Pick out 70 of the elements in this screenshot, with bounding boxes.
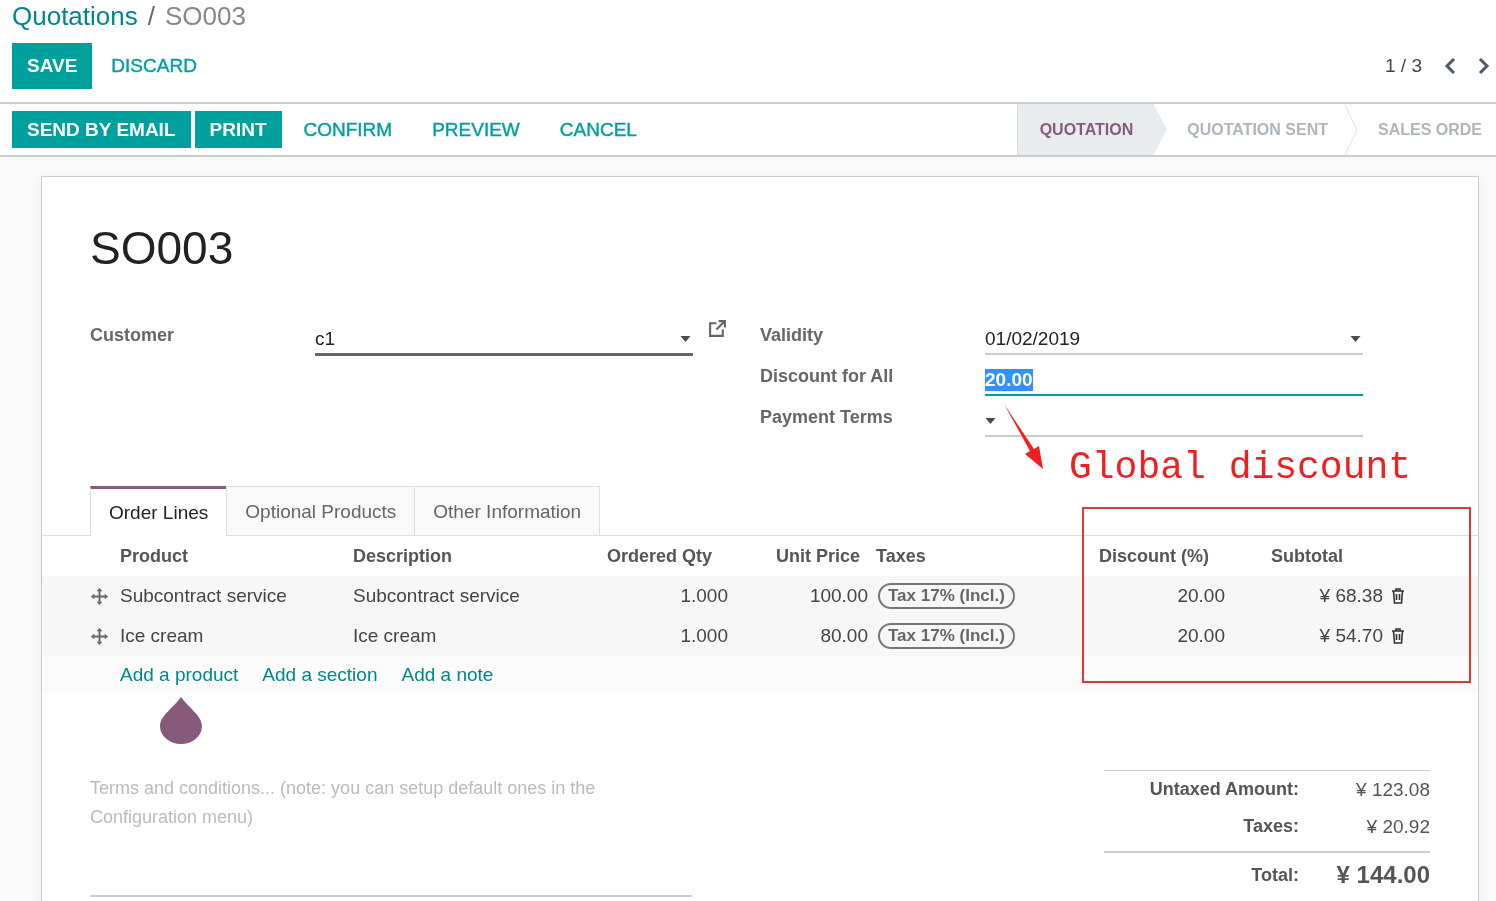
table-cell-text: Ice cream [120, 625, 205, 647]
column-header: Product [120, 545, 189, 567]
table-cell-text: ¥ 68.38 [1318, 585, 1383, 607]
table-cell-text: 100.00 [808, 585, 868, 607]
caret-icon[interactable] [680, 336, 691, 342]
action-button[interactable]: CANCEL [541, 111, 655, 148]
column-header: Taxes [875, 545, 927, 567]
stage-step[interactable]: QUOTATION [1016, 104, 1168, 155]
column-header: Ordered Qty [605, 545, 713, 567]
next-icon[interactable] [1478, 57, 1490, 75]
trash-icon[interactable] [1391, 628, 1405, 644]
stage-step[interactable]: QUOTATION SENT [1167, 104, 1344, 155]
record-title: SO003 [89, 221, 235, 276]
add-line-link[interactable]: Add a note [401, 664, 494, 686]
table-cell-text: 20.00 [1176, 625, 1225, 647]
breadcrumb-separator: / [147, 0, 155, 32]
previous-icon[interactable] [1444, 57, 1456, 75]
breadcrumb-current: SO003 [165, 0, 246, 32]
input-field[interactable]: 20.00 [985, 366, 1363, 396]
table-cell-text: 80.00 [819, 625, 868, 647]
discard-button[interactable]: DISCARD [96, 43, 212, 89]
table-cell-text: 1.000 [679, 585, 728, 607]
breadcrumb-link[interactable]: Quotations [12, 0, 138, 32]
table-cell-text: 20.00 [1176, 585, 1225, 607]
total-value: ¥ 123.08 [1355, 778, 1430, 801]
total-label: Untaxed Amount: [1149, 779, 1299, 800]
total-label: Total: [1251, 864, 1299, 886]
stage-separator [1344, 104, 1358, 155]
column-header: Discount (%) [1098, 545, 1210, 567]
column-header: Subtotal [1270, 545, 1344, 567]
table-cell-text: ¥ 54.70 [1318, 625, 1383, 647]
total-value: ¥ 20.92 [1365, 815, 1430, 838]
tax-tag: Tax 17% (Incl.) [878, 623, 1015, 649]
field-label: Validity [760, 325, 825, 346]
add-line-link[interactable]: Add a section [262, 664, 378, 686]
field-label: Customer [90, 325, 175, 346]
field-label: Payment Terms [760, 407, 894, 428]
tab[interactable]: Other Information [414, 486, 601, 535]
pager-counter: 1 / 3 [1385, 55, 1422, 77]
action-button[interactable]: PREVIEW [414, 111, 538, 148]
stage-step[interactable]: SALES ORDE [1358, 104, 1496, 155]
column-header: Description [353, 545, 454, 567]
annotation-arrow [1003, 403, 1045, 471]
caret-icon[interactable] [985, 418, 996, 424]
column-header: Unit Price [774, 545, 861, 567]
save-button[interactable]: SAVE [12, 43, 93, 89]
total-label: Taxes: [1243, 816, 1299, 837]
action-button[interactable]: PRINT [194, 111, 282, 148]
table-cell-text: Subcontract service [120, 585, 288, 607]
action-button[interactable]: CONFIRM [285, 111, 411, 148]
dropdown-field[interactable]: 01/02/2019 [985, 325, 1363, 355]
trash-icon[interactable] [1391, 588, 1405, 604]
total-value: ¥ 144.00 [1335, 861, 1430, 889]
external-link-icon[interactable] [708, 319, 727, 338]
add-line-link[interactable]: Add a product [120, 664, 239, 686]
drop-marker-icon [159, 696, 203, 744]
table-cell-text: Subcontract service [353, 585, 521, 607]
caret-icon[interactable] [1350, 336, 1361, 342]
table-cell-text: 1.000 [679, 625, 728, 647]
field-label: Discount for All [760, 366, 895, 387]
tax-tag: Tax 17% (Incl.) [878, 583, 1015, 609]
tab[interactable]: Order Lines [90, 486, 228, 536]
customer-field[interactable]: c1 [315, 325, 693, 356]
terms-field[interactable]: Terms and conditions... (note: you can setup default ones in the Configuration menu) [90, 774, 692, 897]
table-cell-text: Ice cream [353, 625, 438, 647]
tab[interactable]: Optional Products [226, 486, 416, 535]
drag-handle-icon[interactable] [90, 586, 109, 606]
drag-handle-icon[interactable] [90, 626, 109, 646]
annotation-text: Global discount [1069, 448, 1412, 488]
action-button[interactable]: SEND BY EMAIL [12, 111, 191, 148]
